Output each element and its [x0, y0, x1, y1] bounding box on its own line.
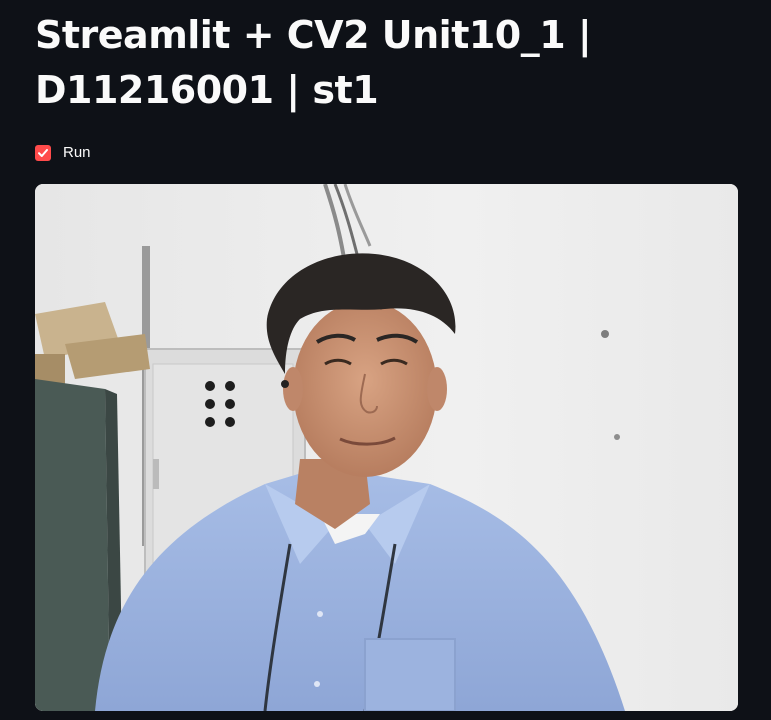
run-checkbox-label: Run: [63, 144, 91, 161]
checkmark-icon[interactable]: [35, 145, 51, 161]
webcam-image: [35, 184, 738, 711]
page-title: Streamlit + CV2 Unit10_1 | D11216001 | s…: [35, 13, 592, 112]
run-checkbox[interactable]: Run: [35, 143, 91, 163]
streamlit-app: Streamlit + CV2 Unit10_1 | D11216001 | s…: [0, 0, 771, 720]
camera-frame: [35, 184, 738, 711]
